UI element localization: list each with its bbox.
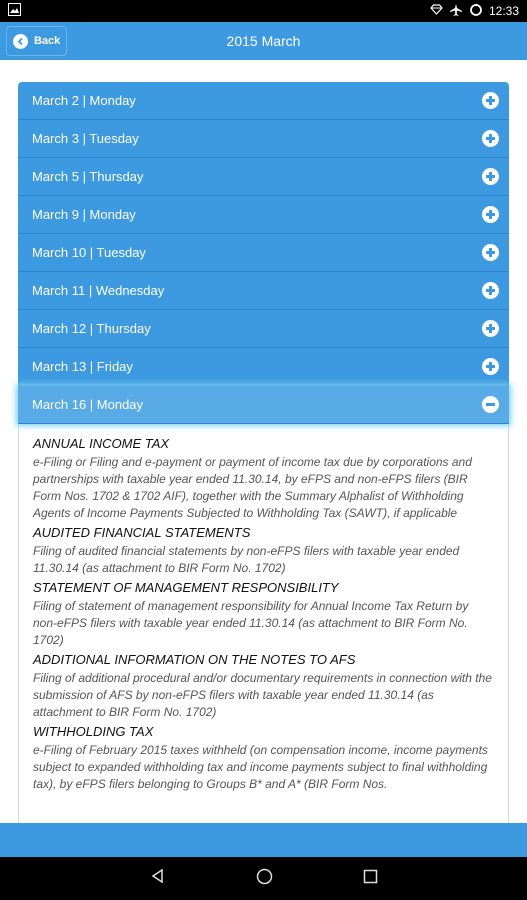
- accordion-item-march-10[interactable]: March 10 | Tuesday: [18, 234, 509, 272]
- airplane-icon: [449, 3, 463, 20]
- minus-icon: [482, 396, 499, 413]
- section-title: STATEMENT OF MANAGEMENT RESPONSIBILITY: [33, 580, 339, 595]
- status-time: 12:33: [488, 4, 519, 18]
- plus-icon: [482, 168, 499, 185]
- chevron-left-icon: [13, 33, 28, 49]
- section-body: Filing of audited financial statements b…: [33, 544, 460, 575]
- section-body: Filing of statement of management respon…: [33, 599, 469, 647]
- accordion-item-label: March 2 | Monday: [32, 93, 136, 108]
- accordion-item-march-11[interactable]: March 11 | Wednesday: [18, 272, 509, 310]
- section-body: e-Filing of February 2015 taxes withheld…: [33, 743, 488, 791]
- back-button[interactable]: Back: [6, 26, 67, 56]
- section-title: AUDITED FINANCIAL STATEMENTS: [33, 525, 251, 540]
- accordion-item-label: March 13 | Friday: [32, 359, 133, 374]
- recents-nav-icon[interactable]: [363, 869, 378, 889]
- image-icon: [8, 3, 21, 19]
- section-title: ANNUAL INCOME TAX: [33, 436, 170, 451]
- accordion-item-label: March 12 | Thursday: [32, 321, 151, 336]
- section-title: ADDITIONAL INFORMATION ON THE NOTES TO A…: [33, 652, 356, 667]
- accordion-item-label: March 10 | Tuesday: [32, 245, 146, 260]
- accordion-item-march-12[interactable]: March 12 | Thursday: [18, 310, 509, 348]
- accordion-panel: ANNUAL INCOME TAX e-Filing or Filing and…: [18, 424, 509, 823]
- accordion-item-label: March 16 | Monday: [32, 397, 144, 412]
- accordion-item-label: March 3 | Tuesday: [32, 131, 139, 146]
- date-accordion: March 2 | Monday March 3 | Tuesday March…: [18, 82, 509, 823]
- system-nav-bar: [0, 857, 527, 900]
- sync-icon: [469, 3, 483, 20]
- back-label: Back: [34, 35, 61, 47]
- accordion-item-label: March 5 | Thursday: [32, 169, 144, 184]
- section-body: e-Filing or Filing and e-payment or paym…: [33, 455, 472, 520]
- plus-icon: [482, 282, 499, 299]
- diamond-icon: [430, 4, 443, 18]
- home-nav-icon[interactable]: [256, 868, 273, 890]
- app-bar: Back 2015 March: [0, 22, 527, 60]
- plus-icon: [482, 92, 499, 109]
- plus-icon: [482, 358, 499, 375]
- main-content[interactable]: March 2 | Monday March 3 | Tuesday March…: [0, 60, 527, 823]
- section-body: Filing of additional procedural and/or d…: [33, 671, 492, 719]
- bottom-bar: [0, 823, 527, 857]
- plus-icon: [482, 130, 499, 147]
- back-nav-icon[interactable]: [150, 868, 166, 889]
- accordion-item-march-3[interactable]: March 3 | Tuesday: [18, 120, 509, 158]
- accordion-item-label: March 11 | Wednesday: [32, 283, 165, 298]
- accordion-item-march-16[interactable]: March 16 | Monday: [18, 386, 509, 424]
- accordion-item-label: March 9 | Monday: [32, 207, 136, 222]
- plus-icon: [482, 320, 499, 337]
- accordion-item-march-2[interactable]: March 2 | Monday: [18, 82, 509, 120]
- plus-icon: [482, 206, 499, 223]
- accordion-item-march-9[interactable]: March 9 | Monday: [18, 196, 509, 234]
- plus-icon: [482, 244, 499, 261]
- accordion-item-march-13[interactable]: March 13 | Friday: [18, 348, 509, 386]
- status-bar: 12:33: [0, 0, 527, 22]
- section-title: WITHHOLDING TAX: [33, 724, 154, 739]
- page-title: 2015 March: [226, 33, 301, 49]
- accordion-item-march-5[interactable]: March 5 | Thursday: [18, 158, 509, 196]
